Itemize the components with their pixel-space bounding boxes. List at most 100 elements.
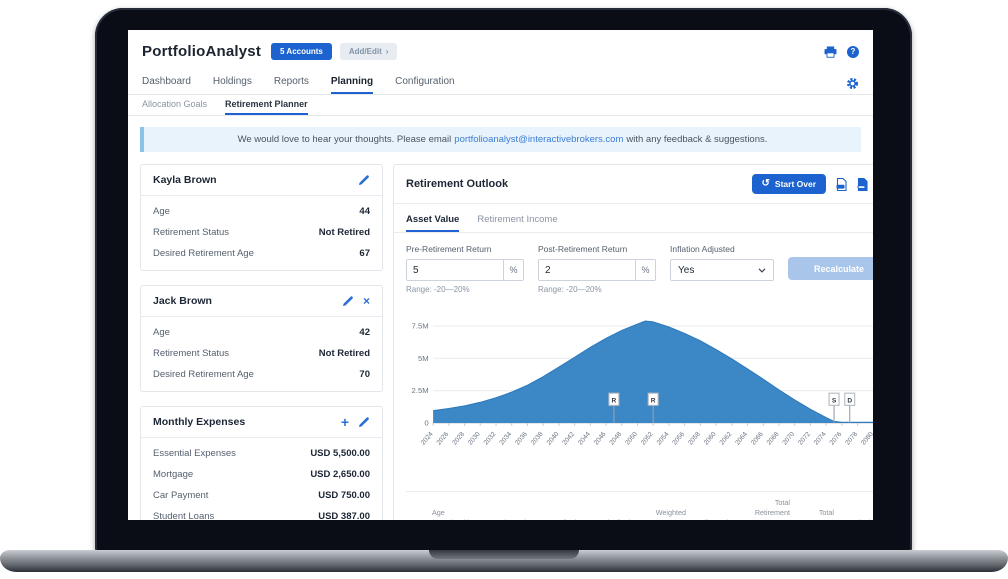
app-header: PortfolioAnalyst 5 Accounts Add/Edit › ? — [128, 30, 873, 71]
svg-text:2042: 2042 — [561, 431, 576, 447]
svg-text:2030: 2030 — [467, 431, 482, 447]
row-label: Desired Retirement Age — [153, 369, 254, 380]
add-edit-button[interactable]: Add/Edit › — [340, 43, 398, 60]
settings-gear-icon[interactable] — [846, 77, 859, 94]
svg-text:R: R — [651, 397, 656, 404]
app-window: PortfolioAnalyst 5 Accounts Add/Edit › ?… — [128, 30, 873, 520]
svg-text:2072: 2072 — [797, 431, 812, 447]
panel-title: Retirement Outlook — [406, 178, 508, 190]
post-return-helper: Range: -20—20% — [538, 285, 656, 294]
tab-retirement-planner[interactable]: Retirement Planner — [225, 99, 308, 115]
app-title: PortfolioAnalyst — [142, 43, 261, 60]
svg-text:2060: 2060 — [703, 431, 718, 447]
row-value: 70 — [359, 369, 370, 380]
col-total-expenses[interactable]: Total Expenses — [796, 508, 834, 520]
svg-text:2052: 2052 — [640, 431, 655, 447]
laptop-notch — [429, 550, 579, 559]
svg-text:R: R — [612, 397, 617, 404]
tab-configuration[interactable]: Configuration — [395, 76, 454, 94]
col-starting-value[interactable]: Starting Value — [482, 518, 534, 520]
percent-addon: % — [635, 260, 655, 280]
tab-dashboard[interactable]: Dashboard — [142, 76, 191, 94]
svg-text:2026: 2026 — [436, 431, 451, 447]
row-label: Essential Expenses — [153, 448, 236, 459]
detail-row: Desired Retirement Age 67 — [141, 243, 382, 264]
close-icon[interactable]: × — [363, 296, 370, 306]
svg-text:7.5M: 7.5M — [412, 322, 429, 331]
svg-text:2028: 2028 — [451, 431, 466, 447]
feedback-text-after: with any feedback & suggestions. — [626, 134, 767, 145]
edit-pencil-icon[interactable] — [358, 174, 370, 186]
svg-text:2074: 2074 — [813, 431, 828, 447]
detail-row: Retirement Status Not Retired — [141, 222, 382, 243]
feedback-banner: We would love to hear your thoughts. Ple… — [140, 127, 861, 152]
tab-holdings[interactable]: Holdings — [213, 76, 252, 94]
tab-reports[interactable]: Reports — [274, 76, 309, 94]
svg-text:2040: 2040 — [546, 431, 561, 447]
svg-text:2056: 2056 — [671, 431, 686, 447]
svg-text:2044: 2044 — [577, 431, 592, 447]
row-label: Desired Retirement Age — [153, 248, 254, 259]
feedback-text-before: We would love to hear your thoughts. Ple… — [238, 134, 452, 145]
row-label: Age — [153, 206, 170, 217]
assumptions-form: Pre-Retirement Return % Range: -20—20% P… — [394, 233, 873, 298]
detail-row: Age 42 — [141, 322, 382, 343]
tab-retirement-income[interactable]: Retirement Income — [477, 214, 557, 232]
row-value: USD 387.00 — [318, 511, 370, 520]
left-column: Kayla Brown Age 44 — [140, 164, 383, 520]
laptop-base — [0, 550, 1008, 572]
asset-value-chart[interactable]: 02.5M5M7.5M20242026202820302032203420362… — [394, 298, 873, 458]
person-card-kayla: Kayla Brown Age 44 — [140, 164, 383, 271]
add-expense-icon[interactable]: + — [341, 417, 349, 427]
col-contributions[interactable]: Contributions — [540, 518, 588, 520]
inflation-select[interactable]: Yes — [670, 259, 774, 281]
inflation-label: Inflation Adjusted — [670, 244, 774, 254]
row-label: Retirement Status — [153, 348, 229, 359]
col-surplus-deficit[interactable]: Surplus/Deficit — [840, 518, 873, 520]
svg-text:2078: 2078 — [844, 431, 859, 447]
pre-return-label: Pre-Retirement Return — [406, 244, 524, 254]
row-value: Not Retired — [319, 348, 370, 359]
recalculate-button[interactable]: Recalculate — [788, 257, 873, 280]
expenses-card-title: Monthly Expenses — [153, 416, 245, 428]
post-return-input[interactable] — [539, 260, 635, 280]
svg-text:2050: 2050 — [624, 431, 639, 447]
edit-pencil-icon[interactable] — [358, 416, 370, 428]
col-distributions[interactable]: Distributions — [594, 518, 642, 520]
tab-asset-value[interactable]: Asset Value — [406, 214, 459, 232]
laptop-screen-bezel: PortfolioAnalyst 5 Accounts Add/Edit › ?… — [95, 8, 912, 552]
col-age[interactable]: Age (Patty/Jack) — [432, 508, 476, 520]
export-xls-icon[interactable] — [836, 178, 847, 191]
svg-text:2024: 2024 — [420, 431, 435, 447]
print-icon[interactable] — [824, 46, 837, 58]
col-ending-value[interactable]: Ending Value — [692, 518, 736, 520]
pre-return-input[interactable] — [407, 260, 503, 280]
area-chart-svg[interactable]: 02.5M5M7.5M20242026202820302032203420362… — [400, 306, 873, 458]
post-return-label: Post-Retirement Return — [538, 244, 656, 254]
feedback-email-link[interactable]: portfolioanalyst@interactivebrokers.com — [454, 134, 623, 145]
expense-row: Student Loans USD 387.00 — [141, 506, 382, 520]
export-csv-icon[interactable] — [857, 178, 868, 191]
inflation-selected-value: Yes — [678, 265, 694, 276]
outlook-tabs: Asset Value Retirement Income — [394, 204, 873, 233]
row-value: 44 — [359, 206, 370, 217]
edit-pencil-icon[interactable] — [342, 295, 354, 307]
svg-text:2036: 2036 — [514, 431, 529, 447]
col-weighted-return[interactable]: Weighted Return — [648, 508, 686, 520]
tab-allocation-goals[interactable]: Allocation Goals — [142, 99, 207, 115]
row-label: Mortgage — [153, 469, 193, 480]
chevron-right-icon: › — [386, 47, 389, 56]
add-edit-label: Add/Edit — [349, 47, 382, 56]
expense-row: Car Payment USD 750.00 — [141, 485, 382, 506]
svg-text:2.5M: 2.5M — [412, 386, 429, 395]
projection-table-header: Year Age (Patty/Jack) Starting Value Con… — [406, 491, 873, 520]
col-total-retirement-income[interactable]: Total Retirement Income — [742, 498, 790, 520]
tab-planning[interactable]: Planning — [331, 76, 373, 94]
person-card-jack: Jack Brown × Age 42 — [140, 285, 383, 392]
start-over-button[interactable]: ↺ Start Over — [752, 174, 827, 194]
help-icon[interactable]: ? — [847, 46, 859, 58]
row-value: USD 5,500.00 — [310, 448, 370, 459]
col-year[interactable]: Year — [406, 518, 426, 520]
accounts-badge[interactable]: 5 Accounts — [271, 43, 332, 60]
detail-row: Retirement Status Not Retired — [141, 343, 382, 364]
